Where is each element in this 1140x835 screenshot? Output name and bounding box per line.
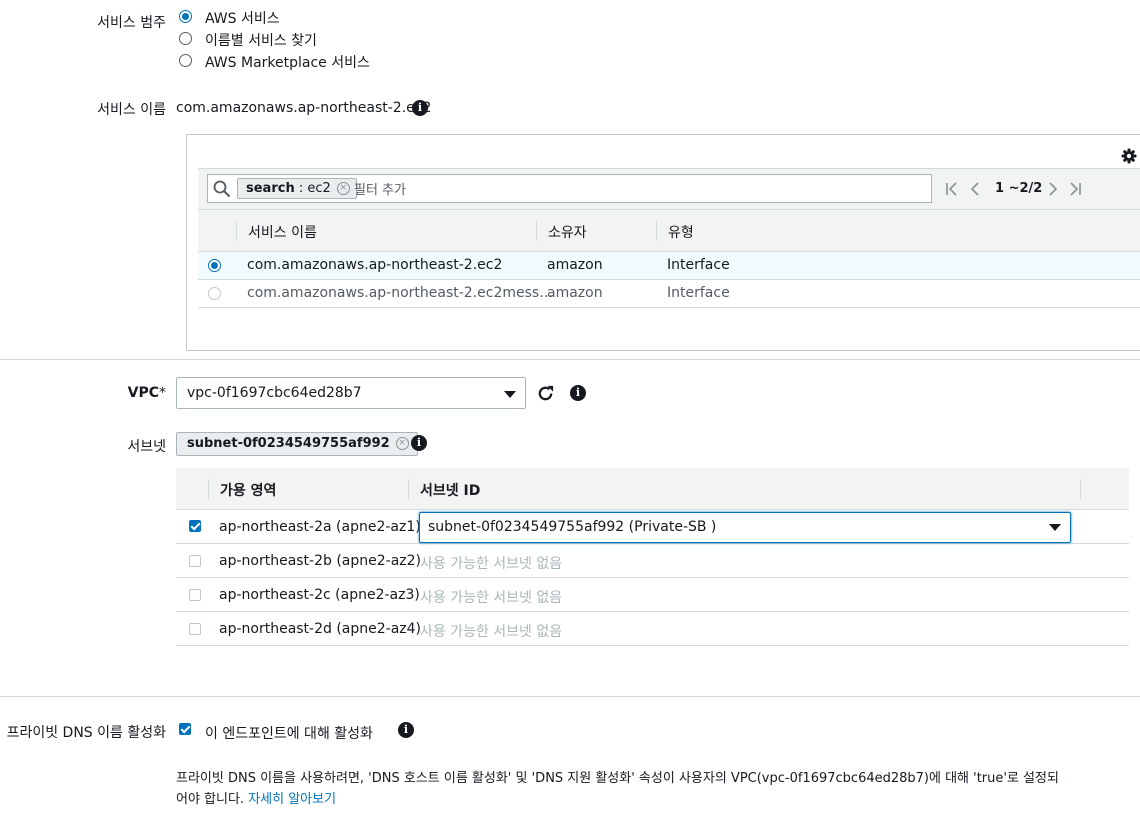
- row-type: Interface: [667, 257, 730, 273]
- subnets-label: 서브넷: [127, 439, 166, 455]
- next-page-icon[interactable]: [1046, 182, 1060, 196]
- chevron-down-icon[interactable]: [1049, 524, 1061, 531]
- close-icon[interactable]: ×: [395, 437, 409, 450]
- info-icon[interactable]: i: [412, 100, 428, 116]
- gear-icon[interactable]: [1121, 148, 1137, 164]
- subnet-table-header: [176, 468, 1129, 510]
- radio-marketplace[interactable]: [179, 54, 192, 67]
- learn-more-link[interactable]: 자세히 알아보기: [248, 792, 336, 807]
- info-icon[interactable]: i: [398, 722, 414, 738]
- row-select-radio[interactable]: [208, 259, 221, 272]
- last-page-icon[interactable]: [1068, 182, 1082, 196]
- private-dns-label: 프라이빗 DNS 이름 활성화: [6, 725, 166, 741]
- column-type[interactable]: 유형: [668, 222, 694, 242]
- column-availability-zone: 가용 영역: [220, 483, 277, 499]
- info-icon[interactable]: i: [411, 435, 427, 451]
- column-owner[interactable]: 소유자: [548, 222, 587, 242]
- vpc-label: VPC*: [128, 385, 166, 401]
- row-owner: amazon: [547, 257, 603, 273]
- column-service-name[interactable]: 서비스 이름: [248, 222, 317, 242]
- az-name: ap-northeast-2b (apne2-az2): [219, 553, 422, 569]
- filter-placeholder: 필터 추가: [354, 183, 406, 198]
- no-subnet-text: 사용 가능한 서브넷 없음: [420, 624, 563, 640]
- row-service-name: com.amazonaws.ap-northeast-2.ec2: [247, 257, 503, 273]
- section-divider: [0, 359, 1140, 360]
- row-owner: amazon: [547, 285, 603, 301]
- radio-find-by-name[interactable]: [179, 32, 192, 45]
- private-dns-checkbox-label: 이 엔드포인트에 대해 활성화: [205, 726, 373, 742]
- column-divider: [236, 221, 237, 241]
- row-service-name: com.amazonaws.ap-northeast-2.ec2mess…: [247, 285, 554, 301]
- vpc-label-text: VPC: [127, 385, 159, 401]
- private-dns-help-text: 어야 합니다.: [176, 792, 249, 807]
- row-select-radio[interactable]: [208, 287, 221, 300]
- subnet-token-text: subnet-0f0234549755af992: [187, 436, 390, 451]
- required-mark: *: [159, 385, 166, 401]
- filter-token-key: search: [246, 181, 295, 196]
- column-divider: [536, 221, 537, 241]
- az-checkbox[interactable]: [189, 623, 201, 635]
- info-icon[interactable]: i: [570, 385, 586, 401]
- subnet-token[interactable]: subnet-0f0234549755af992 ×: [176, 432, 418, 456]
- private-dns-checkbox[interactable]: [179, 723, 191, 735]
- az-checkbox[interactable]: [189, 589, 201, 601]
- prev-page-icon[interactable]: [968, 182, 982, 196]
- close-icon[interactable]: ×: [336, 182, 350, 195]
- radio-marketplace-label: AWS Marketplace 서비스: [205, 55, 370, 71]
- private-dns-help-line2: 어야 합니다. 자세히 알아보기: [176, 788, 336, 807]
- filter-token-value: : ec2: [294, 181, 331, 196]
- subnet-select-value: subnet-0f0234549755af992 (Private-SB ): [428, 519, 717, 535]
- az-name: ap-northeast-2d (apne2-az4): [219, 621, 422, 637]
- az-checkbox[interactable]: [189, 555, 201, 567]
- vpc-select-value: vpc-0f1697cbc64ed28b7: [187, 385, 362, 401]
- search-icon: [213, 180, 231, 198]
- first-page-icon[interactable]: [945, 182, 959, 196]
- column-divider: [656, 221, 657, 241]
- az-name: ap-northeast-2a (apne2-az1): [219, 519, 421, 535]
- az-name: ap-northeast-2c (apne2-az3): [219, 587, 420, 603]
- az-checkbox[interactable]: [189, 520, 201, 532]
- section-divider: [0, 696, 1140, 697]
- pagination-label: 1 ~2/2: [995, 181, 1043, 196]
- radio-aws-services[interactable]: [179, 10, 192, 23]
- refresh-icon[interactable]: [536, 384, 555, 403]
- filter-token[interactable]: search : ec2 ×: [237, 178, 357, 199]
- service-category-label: 서비스 범주: [97, 15, 166, 31]
- no-subnet-text: 사용 가능한 서브넷 없음: [420, 590, 563, 606]
- column-divider: [1080, 479, 1081, 499]
- service-name-value: com.amazonaws.ap-northeast-2.ec2: [176, 100, 432, 116]
- no-subnet-text: 사용 가능한 서브넷 없음: [420, 556, 563, 572]
- private-dns-help-line1: 프라이빗 DNS 이름을 사용하려면, 'DNS 호스트 이름 활성화' 및 '…: [176, 771, 1059, 786]
- column-divider: [408, 479, 409, 499]
- row-type: Interface: [667, 285, 730, 301]
- column-divider: [208, 479, 209, 499]
- service-name-label: 서비스 이름: [97, 102, 166, 118]
- chevron-down-icon[interactable]: [504, 391, 516, 398]
- radio-aws-services-label: AWS 서비스: [205, 11, 280, 27]
- column-subnet-id: 서브넷 ID: [420, 483, 481, 499]
- radio-find-by-name-label: 이름별 서비스 찾기: [205, 33, 317, 49]
